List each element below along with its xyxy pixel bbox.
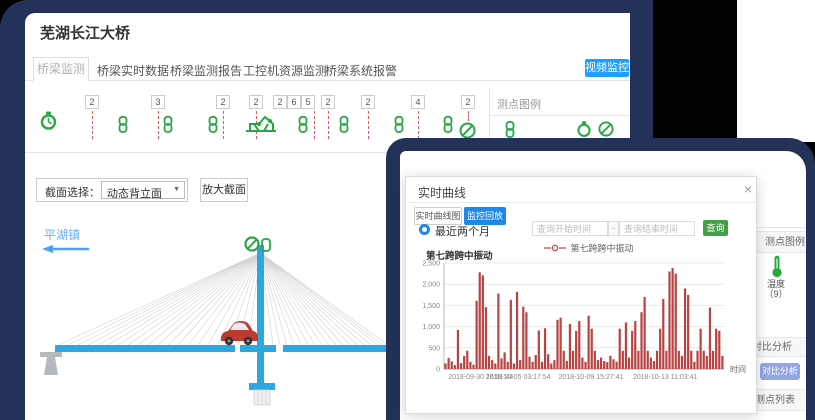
zoom-section-button[interactable]: 放大截面 — [200, 178, 248, 202]
section-select-label: 截面选择： — [45, 184, 100, 200]
svg-text:2,500: 2,500 — [422, 261, 440, 268]
chart-legend-label: 第七跨跨中振动 — [570, 243, 633, 253]
sensor-count-badge: 5 — [301, 95, 315, 109]
sensor-count-badge: 3 — [151, 95, 165, 109]
modal-header-divider — [406, 202, 756, 203]
modal-title: 实时曲线 — [418, 184, 466, 201]
vibration-chart: 05001,0001,5002,0002,5002018-09-30 16:01… — [416, 256, 746, 386]
tab-ipc-resource[interactable]: 工控机资源监测 — [243, 62, 327, 79]
sensor-drop-line — [314, 111, 315, 139]
tab-system-alarm[interactable]: 桥梁系统报警 — [325, 62, 397, 79]
svg-text:时间: 时间 — [730, 364, 746, 374]
sensor-drop-line — [223, 111, 224, 139]
temperature-count: （9） — [761, 287, 791, 300]
stopwatch-icon — [575, 120, 593, 138]
page-title: 芜湖长江大桥 — [40, 22, 130, 43]
sensor-count-badge: 4 — [411, 95, 425, 109]
svg-text:1,500: 1,500 — [422, 303, 440, 310]
link-sensor-icon[interactable] — [337, 116, 351, 133]
link-sensor-icon[interactable] — [441, 116, 455, 133]
deck-joint — [235, 345, 240, 352]
desktop-black-region — [653, 0, 737, 142]
sensor-drop-line — [328, 111, 329, 139]
section-select-dropdown[interactable]: 动态背立面 ▼ — [101, 181, 185, 199]
truss-sensor-icon[interactable] — [245, 112, 277, 134]
query-end-time-input[interactable] — [619, 221, 695, 236]
bridge-cables — [58, 253, 388, 345]
section-select-group: 截面选择： 动态背立面 ▼ — [36, 178, 188, 202]
link-sensor-icon — [503, 121, 517, 138]
link-sensor-icon[interactable] — [161, 116, 175, 133]
no-signal-icon[interactable] — [459, 122, 476, 139]
svg-text:2018-10-09 15:27:41: 2018-10-09 15:27:41 — [559, 374, 624, 381]
sensor-count-badge: 2 — [361, 95, 375, 109]
svg-text:2018-10-05 03:17:54: 2018-10-05 03:17:54 — [486, 374, 551, 381]
recent-two-months-radio[interactable] — [419, 224, 430, 235]
recent-two-months-label[interactable]: 最近两个月 — [435, 223, 490, 239]
close-icon[interactable]: × — [744, 181, 752, 197]
tabbar-divider — [25, 80, 630, 81]
desktop-white-region — [737, 0, 815, 142]
legend-panel-divider — [489, 88, 490, 140]
svg-text:1,000: 1,000 — [422, 324, 440, 331]
left-pier — [40, 352, 62, 375]
car — [221, 321, 258, 345]
video-monitor-button[interactable]: 视频监控 — [585, 59, 629, 77]
sensor-count-badge: 2 — [249, 95, 263, 109]
thermometer-icon[interactable] — [770, 255, 784, 278]
realtime-curve-modal: 实时曲线 × 实时曲线图 监控回放 最近两个月 - 查询 第七跨跨中振动 第七跨… — [405, 176, 757, 414]
bridge-tower — [257, 245, 264, 385]
sensor-drop-line — [368, 111, 369, 139]
bridge-deck — [55, 345, 390, 352]
legend-panel-underline — [489, 115, 630, 116]
bridge-diagram — [30, 235, 420, 420]
sensor-count-badge: 6 — [287, 95, 301, 109]
deck-joint — [276, 345, 283, 352]
date-range-separator: - — [608, 221, 619, 236]
link-sensor-icon[interactable] — [296, 116, 310, 133]
tower-footing-cap — [249, 383, 275, 390]
tab-bridge-monitor[interactable]: 桥梁监测 — [33, 57, 89, 81]
tab-realtime-data[interactable]: 桥梁实时数据 — [97, 62, 169, 79]
legend-panel-title: 测点图例 — [497, 96, 541, 112]
svg-text:2,000: 2,000 — [422, 282, 440, 289]
compare-analysis-button[interactable]: 对比分析 — [760, 363, 800, 380]
svg-text:500: 500 — [428, 345, 440, 352]
sensor-drop-line — [92, 111, 93, 139]
chevron-down-icon: ▼ — [173, 186, 180, 193]
query-start-time-input[interactable] — [532, 221, 608, 236]
sensor-count-badge: 2 — [321, 95, 335, 109]
screen: { "app": { "title": "芜湖长江大桥", "tabs": ["… — [0, 0, 815, 420]
no-signal-icon — [598, 121, 614, 137]
link-sensor-icon[interactable] — [392, 116, 406, 133]
section-select-value: 动态背立面 — [107, 185, 162, 201]
chart-legend: 第七跨跨中振动 — [544, 239, 633, 249]
link-sensor-icon[interactable] — [206, 116, 220, 133]
link-sensor-icon[interactable] — [116, 116, 130, 133]
sensor-count-badge: 2 — [85, 95, 99, 109]
query-button[interactable]: 查询 — [703, 220, 728, 236]
tab-monitor-report[interactable]: 桥梁监测报告 — [170, 62, 242, 79]
svg-text:2018-10-13 11:03:41: 2018-10-13 11:03:41 — [633, 374, 698, 381]
svg-text:0: 0 — [436, 367, 440, 374]
sensor-count-badge: 2 — [461, 95, 475, 109]
sensor-drop-line — [158, 111, 159, 139]
stopwatch-icon[interactable] — [38, 110, 59, 136]
sensor-drop-line — [418, 111, 419, 139]
sensor-count-badge: 2 — [273, 95, 287, 109]
sensor-count-badge: 2 — [216, 95, 230, 109]
sensor-drop-line — [468, 111, 469, 121]
tower-footing-pile — [254, 390, 270, 405]
legend-marker-icon — [544, 244, 566, 252]
